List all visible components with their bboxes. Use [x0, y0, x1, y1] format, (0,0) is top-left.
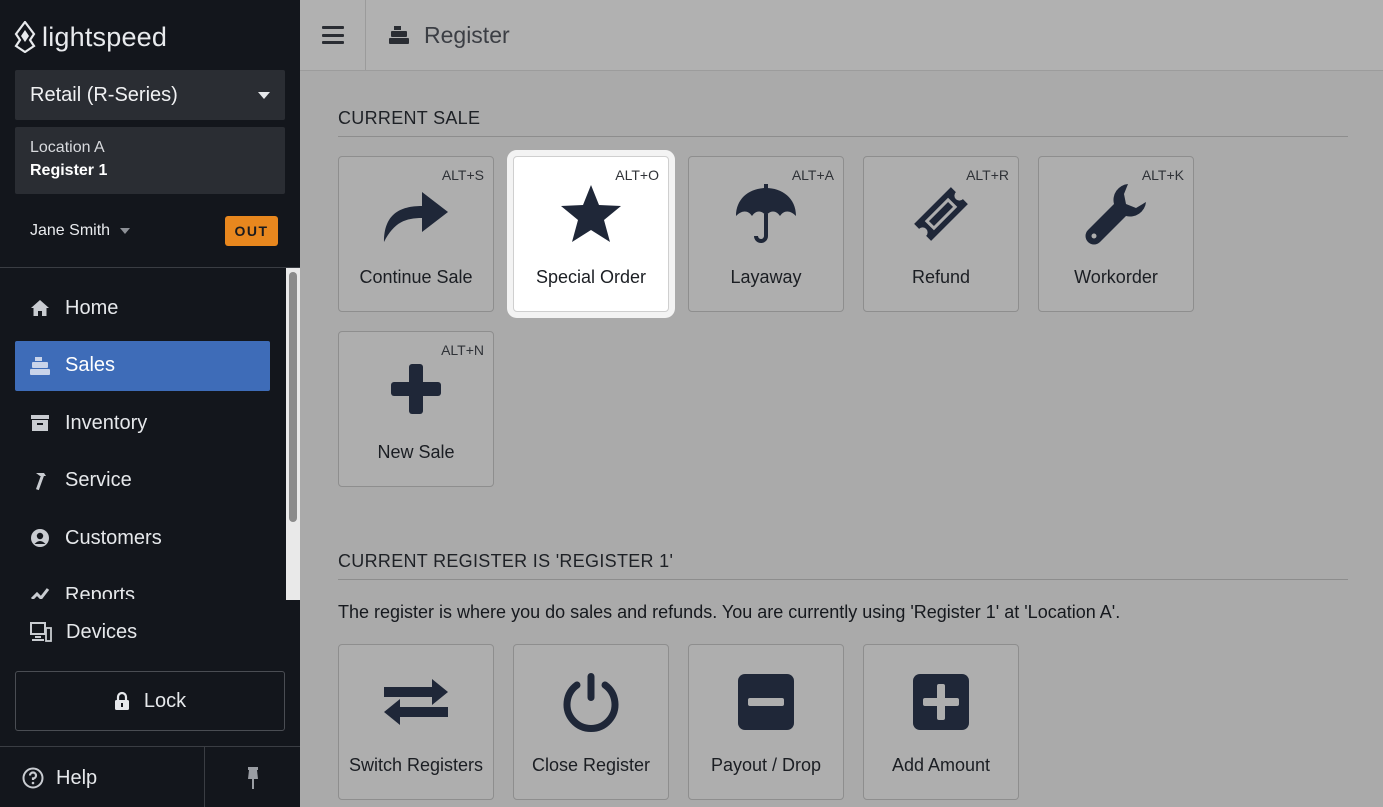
tile-label: Payout / Drop — [710, 755, 822, 775]
wrench-icon — [1039, 181, 1193, 247]
tile-label: Switch Registers — [348, 755, 484, 775]
tile-label: Continue Sale — [359, 267, 473, 287]
chart-icon — [29, 585, 51, 599]
divider — [365, 0, 366, 70]
caret-down-icon — [120, 228, 131, 234]
nav-item-inventory[interactable]: Inventory — [15, 398, 270, 448]
plus-icon — [339, 356, 493, 422]
nav-label: Devices — [66, 620, 138, 643]
tile-label: Layaway — [730, 267, 802, 287]
location-name: Location A — [30, 139, 105, 156]
hammer-icon — [29, 470, 51, 492]
nav-item-reports[interactable]: Reports — [15, 571, 270, 599]
nav-label: Home — [65, 296, 119, 319]
ticket-icon — [864, 181, 1018, 247]
payout-drop-button[interactable]: Payout / Drop — [688, 644, 844, 800]
current-sale-heading: CURRENT SALE — [338, 108, 481, 128]
nav-item-service[interactable]: Service — [15, 456, 270, 506]
section-divider — [338, 136, 1348, 137]
new-sale-button[interactable]: ALT+N New Sale — [338, 331, 494, 487]
flame-logo-icon — [14, 21, 36, 53]
power-icon — [514, 669, 668, 735]
lightspeed-logo[interactable]: lightspeed — [14, 20, 167, 54]
user-menu[interactable]: Jane Smith — [30, 222, 131, 240]
nav-item-sales[interactable]: Sales — [15, 340, 270, 391]
home-icon — [29, 297, 51, 319]
inventory-icon — [29, 412, 51, 434]
tile-label: Refund — [911, 267, 971, 287]
nav-item-home[interactable]: Home — [15, 283, 270, 333]
product-selector[interactable]: Retail (R-Series) — [15, 70, 285, 120]
umbrella-icon — [689, 181, 843, 247]
help-label: Help — [56, 766, 98, 789]
top-bar: Register — [300, 0, 1383, 71]
layaway-button[interactable]: ALT+A Layaway — [688, 156, 844, 312]
close-register-button[interactable]: Close Register — [513, 644, 669, 800]
plus-square-icon — [864, 669, 1018, 735]
tile-label: Workorder — [1074, 267, 1158, 287]
continue-sale-button[interactable]: ALT+S Continue Sale — [338, 156, 494, 312]
register-name: Register 1 — [30, 162, 108, 179]
register-icon — [29, 355, 51, 377]
exchange-icon — [339, 669, 493, 735]
nav-label: Inventory — [65, 411, 148, 434]
tile-label: Close Register — [531, 755, 651, 775]
divider — [0, 267, 300, 268]
switch-registers-button[interactable]: Switch Registers — [338, 644, 494, 800]
monitor-icon — [30, 621, 52, 643]
nav-label: Reports — [65, 584, 136, 599]
share-arrow-icon — [339, 181, 493, 247]
page-title-text: Register — [424, 21, 510, 48]
menu-icon[interactable] — [322, 26, 344, 44]
location-register-box[interactable]: Location A Register 1 — [15, 127, 285, 194]
pin-icon[interactable] — [243, 766, 263, 790]
nav-scrollbar-thumb[interactable] — [289, 272, 297, 522]
help-button[interactable]: Help — [22, 762, 97, 794]
nav-label: Service — [65, 469, 132, 491]
divider — [0, 746, 300, 747]
page-title: Register — [388, 18, 510, 52]
logo-text: lightspeed — [42, 21, 168, 52]
current-register-heading: CURRENT REGISTER IS 'REGISTER 1' — [338, 551, 674, 571]
user-name: Jane Smith — [30, 222, 111, 239]
main-nav: Home Sales Inventory Service Customers R… — [15, 283, 270, 599]
refund-button[interactable]: ALT+R Refund — [863, 156, 1019, 312]
section-divider — [338, 579, 1348, 580]
tile-label: Add Amount — [891, 755, 991, 775]
tile-label: Special Order — [535, 267, 647, 287]
user-circle-icon — [29, 527, 51, 549]
register-icon — [389, 26, 409, 44]
tile-label: New Sale — [377, 442, 455, 462]
divider — [204, 747, 205, 807]
clock-status-badge[interactable]: OUT — [225, 216, 278, 246]
product-label: Retail (R-Series) — [30, 83, 178, 106]
sidebar: lightspeed Retail (R-Series) Location A … — [0, 0, 300, 807]
add-amount-button[interactable]: Add Amount — [863, 644, 1019, 800]
user-row: Jane Smith OUT — [30, 216, 278, 246]
help-icon — [22, 767, 44, 789]
minus-square-icon — [689, 669, 843, 735]
nav-label: Sales — [65, 354, 116, 376]
register-description: The register is where you do sales and r… — [338, 602, 1121, 622]
nav-item-devices[interactable]: Devices — [30, 615, 137, 649]
star-icon — [514, 181, 668, 247]
nav-label: Customers — [65, 526, 162, 549]
special-order-button[interactable]: ALT+O Special Order — [513, 156, 669, 312]
chevron-down-icon — [258, 91, 270, 99]
workorder-button[interactable]: ALT+K Workorder — [1038, 156, 1194, 312]
nav-item-customers[interactable]: Customers — [15, 513, 270, 563]
lock-label: Lock — [143, 689, 187, 712]
lock-icon — [114, 691, 129, 710]
lock-button[interactable]: Lock — [15, 671, 285, 731]
